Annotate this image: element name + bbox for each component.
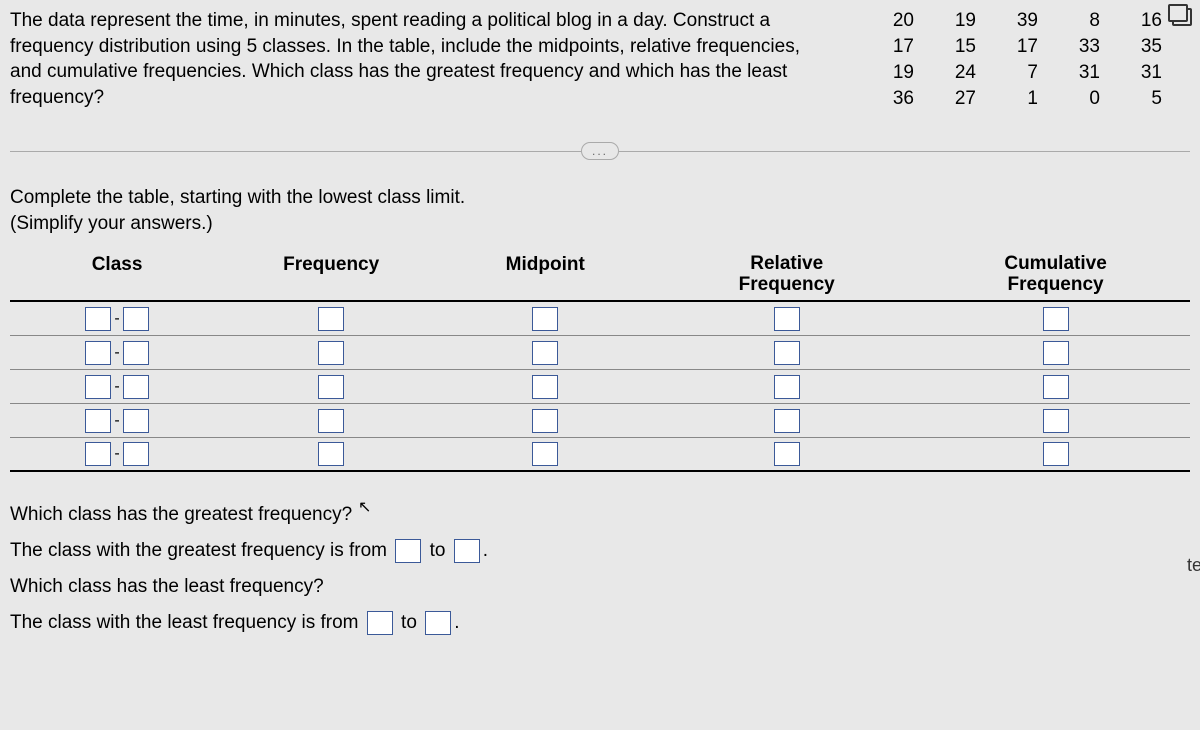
data-cell: 24 — [926, 60, 976, 86]
class-upper-input[interactable] — [123, 341, 149, 365]
answer-least: The class with the least frequency is fr… — [10, 605, 1190, 641]
edge-fragment: te — [1187, 555, 1200, 576]
relative-frequency-input[interactable] — [774, 442, 800, 466]
class-separator: - — [114, 310, 119, 328]
data-cell: 17 — [864, 34, 914, 60]
class-upper-input[interactable] — [123, 442, 149, 466]
frequency-input[interactable] — [318, 375, 344, 399]
data-cell: 39 — [988, 8, 1038, 34]
data-cell: 15 — [926, 34, 976, 60]
class-separator: - — [114, 344, 119, 362]
relative-frequency-input[interactable] — [774, 307, 800, 331]
data-cell: 19 — [864, 60, 914, 86]
data-cell: 16 — [1112, 8, 1162, 34]
data-cell: 5 — [1112, 86, 1162, 112]
instructions: Complete the table, starting with the lo… — [10, 185, 1190, 236]
frequency-input[interactable] — [318, 341, 344, 365]
data-cell: 8 — [1050, 8, 1100, 34]
greatest-from-input[interactable] — [395, 539, 421, 563]
cumulative-frequency-input[interactable] — [1043, 307, 1069, 331]
class-upper-input[interactable] — [123, 409, 149, 433]
table-row: - — [10, 438, 1190, 472]
cumulative-frequency-input[interactable] — [1043, 409, 1069, 433]
data-cell: 27 — [926, 86, 976, 112]
instruction-line: (Simplify your answers.) — [10, 211, 1190, 237]
data-values-grid: 20 19 39 8 16 17 15 17 33 35 19 24 7 31 … — [864, 8, 1190, 112]
class-separator: - — [114, 412, 119, 430]
answer-greatest: The class with the greatest frequency is… — [10, 533, 1190, 569]
frequency-table: Class Frequency Midpoint Relative Freque… — [10, 254, 1190, 472]
header-cumulative-frequency: Cumulative Frequency — [921, 254, 1190, 296]
data-cell: 33 — [1050, 34, 1100, 60]
question-greatest: Which class has the greatest frequency? — [10, 497, 1190, 533]
class-lower-input[interactable] — [85, 409, 111, 433]
expand-ellipsis-button[interactable]: ... — [581, 142, 619, 160]
table-row: - — [10, 404, 1190, 438]
class-upper-input[interactable] — [123, 307, 149, 331]
section-divider: ... — [10, 142, 1190, 160]
frequency-input[interactable] — [318, 442, 344, 466]
relative-frequency-input[interactable] — [774, 375, 800, 399]
table-row: - — [10, 370, 1190, 404]
class-separator: - — [114, 445, 119, 463]
midpoint-input[interactable] — [532, 341, 558, 365]
table-header-row: Class Frequency Midpoint Relative Freque… — [10, 254, 1190, 302]
copy-icon[interactable] — [1172, 8, 1192, 26]
least-to-input[interactable] — [425, 611, 451, 635]
data-cell: 17 — [988, 34, 1038, 60]
header-class: Class — [10, 254, 224, 296]
questions-section: Which class has the greatest frequency? … — [10, 497, 1190, 641]
data-cell: 19 — [926, 8, 976, 34]
midpoint-input[interactable] — [532, 375, 558, 399]
least-from-input[interactable] — [367, 611, 393, 635]
cumulative-frequency-input[interactable] — [1043, 442, 1069, 466]
class-lower-input[interactable] — [85, 307, 111, 331]
cumulative-frequency-input[interactable] — [1043, 341, 1069, 365]
frequency-input[interactable] — [318, 409, 344, 433]
data-cell: 0 — [1050, 86, 1100, 112]
header-frequency: Frequency — [224, 254, 438, 296]
data-cell: 35 — [1112, 34, 1162, 60]
header-midpoint: Midpoint — [438, 254, 652, 296]
table-row: - — [10, 336, 1190, 370]
relative-frequency-input[interactable] — [774, 341, 800, 365]
header-relative-frequency: Relative Frequency — [652, 254, 921, 296]
greatest-to-input[interactable] — [454, 539, 480, 563]
midpoint-input[interactable] — [532, 442, 558, 466]
data-cell: 20 — [864, 8, 914, 34]
data-cell: 31 — [1112, 60, 1162, 86]
data-cell: 36 — [864, 86, 914, 112]
instruction-line: Complete the table, starting with the lo… — [10, 185, 1190, 211]
data-cell: 1 — [988, 86, 1038, 112]
midpoint-input[interactable] — [532, 307, 558, 331]
class-lower-input[interactable] — [85, 341, 111, 365]
frequency-input[interactable] — [318, 307, 344, 331]
data-cell: 7 — [988, 60, 1038, 86]
relative-frequency-input[interactable] — [774, 409, 800, 433]
class-separator: - — [114, 378, 119, 396]
problem-statement: The data represent the time, in minutes,… — [10, 8, 834, 112]
cumulative-frequency-input[interactable] — [1043, 375, 1069, 399]
class-upper-input[interactable] — [123, 375, 149, 399]
data-cell: 31 — [1050, 60, 1100, 86]
class-lower-input[interactable] — [85, 375, 111, 399]
midpoint-input[interactable] — [532, 409, 558, 433]
table-row: - — [10, 302, 1190, 336]
question-least: Which class has the least frequency? — [10, 569, 1190, 605]
class-lower-input[interactable] — [85, 442, 111, 466]
